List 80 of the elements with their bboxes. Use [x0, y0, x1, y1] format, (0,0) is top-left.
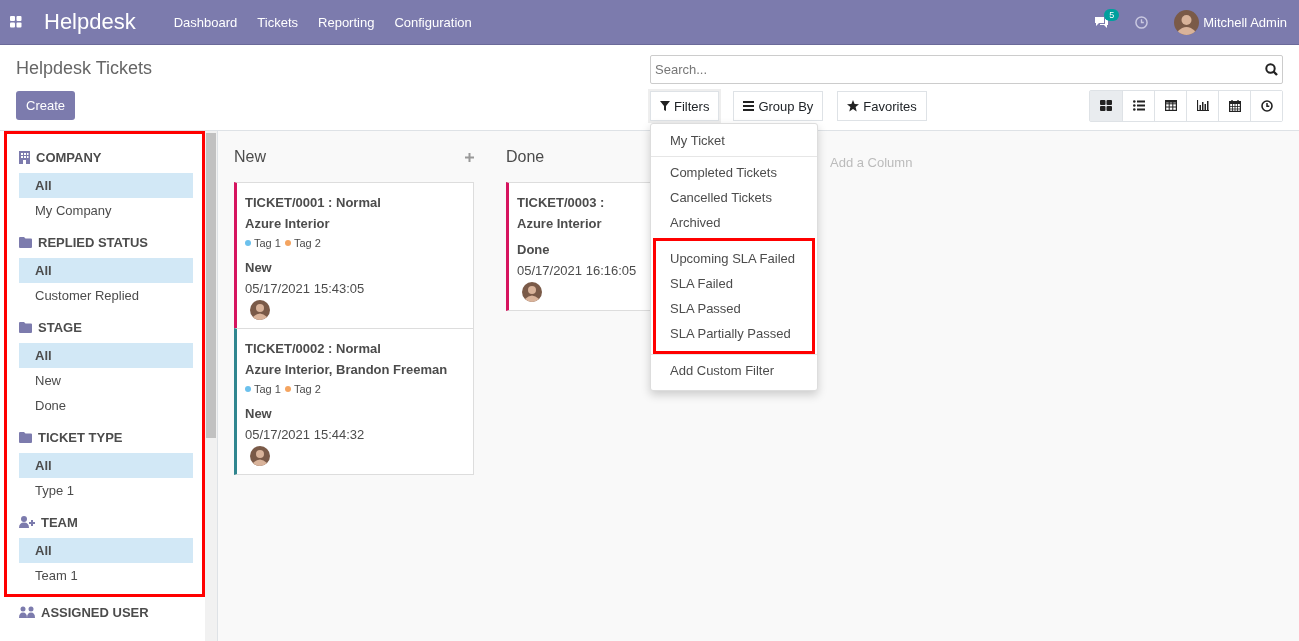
customer-name: Azure Interior	[245, 215, 331, 233]
search-field[interactable]: Search...	[650, 55, 1283, 84]
column-title: Done	[506, 148, 545, 166]
tag-label: Tag 2	[293, 236, 321, 251]
ticket-card[interactable]: TICKET/0002 : Normal Azure Interior, Brandon Freeman Tag 1 Tag 2 New 05/17/2021 15:44:32	[234, 328, 474, 475]
section-heading: TEAM	[41, 514, 78, 530]
folder-icon	[19, 431, 32, 443]
avatar-icon	[250, 446, 270, 466]
app-title: Helpdesk	[44, 9, 136, 35]
view-switch-button[interactable]	[1090, 91, 1122, 121]
message-count-badge: 5	[1104, 8, 1120, 21]
filter-option[interactable]: Add Custom Filter	[651, 358, 817, 383]
scrollbar[interactable]	[205, 131, 217, 641]
date-text: 05/17/2021 16:16:05	[517, 262, 638, 280]
user-plus-icon	[19, 516, 35, 528]
filter-item[interactable]: All	[19, 258, 193, 283]
user-menu[interactable]: Mitchell Admin	[1174, 9, 1287, 35]
filter-icon	[660, 101, 670, 111]
ticket-title: TICKET/0002 : Normal	[245, 340, 382, 358]
folder-icon	[19, 321, 32, 333]
create-button[interactable]: Create	[16, 91, 76, 120]
chat-icon[interactable]	[1094, 15, 1110, 29]
column-title: New	[234, 148, 266, 166]
calendar-icon	[1228, 100, 1241, 112]
kanban-view-icon	[1100, 100, 1112, 112]
tag-label: Tag 1	[254, 236, 281, 251]
bars-icon	[743, 101, 755, 111]
filter-option[interactable]: Upcoming SLA Failed	[656, 246, 812, 271]
section-heading: STAGE	[38, 319, 82, 335]
view-switch-button[interactable]	[1250, 91, 1282, 121]
bar-chart-icon	[1196, 100, 1209, 112]
view-switcher[interactable]	[1089, 90, 1283, 122]
star-icon	[847, 100, 860, 112]
building-icon	[19, 150, 30, 164]
filter-item[interactable]: All	[19, 538, 193, 563]
menu-item[interactable]: Dashboard	[163, 14, 248, 30]
section-heading: COMPANY	[36, 149, 102, 165]
customer-name: Azure Interior, Brandon Freeman	[245, 361, 449, 379]
filter-option[interactable]: Archived	[651, 210, 817, 235]
avatar-icon	[250, 300, 270, 320]
clock-icon	[1260, 100, 1273, 112]
stage-label: Done	[517, 241, 551, 259]
filter-item[interactable]: All	[19, 343, 193, 368]
group-by-button[interactable]: Group By	[733, 91, 824, 121]
section-heading: TICKET TYPE	[38, 429, 123, 445]
filter-option[interactable]: My Ticket	[651, 128, 817, 153]
ticket-card[interactable]: TICKET/0001 : Normal Azure Interior Tag 1 Tag 2 New 05/17/2021 15:43:05	[234, 182, 474, 329]
plus-icon[interactable]	[465, 152, 474, 162]
avatar-icon	[522, 282, 542, 302]
menu-item[interactable]: Configuration	[384, 14, 482, 30]
filter-option[interactable]: SLA Failed	[656, 271, 812, 296]
filter-option[interactable]: SLA Partially Passed	[656, 321, 812, 346]
stage-label: New	[245, 259, 273, 277]
filter-item[interactable]: All	[19, 453, 193, 478]
tag-label: Tag 1	[254, 382, 281, 397]
search-icon[interactable]	[1265, 63, 1278, 76]
favorites-button[interactable]: Favorites	[837, 91, 927, 121]
section-heading: ASSIGNED USER	[41, 604, 149, 620]
filter-option[interactable]: SLA Passed	[656, 296, 812, 321]
ticket-title: TICKET/0001 : Normal	[245, 194, 382, 212]
apps-menu-icon[interactable]	[10, 16, 22, 28]
folder-icon	[19, 236, 32, 248]
date-text: 05/17/2021 15:43:05	[245, 280, 366, 298]
ticket-title: TICKET/0003 :	[517, 194, 606, 212]
filter-option[interactable]: Completed Tickets	[651, 160, 817, 185]
avatar-icon	[1174, 9, 1200, 35]
date-text: 05/17/2021 15:44:32	[245, 426, 366, 444]
list-view-icon	[1132, 100, 1145, 112]
menu-item[interactable]: Reporting	[308, 14, 385, 30]
table-view-icon	[1164, 100, 1177, 112]
tag-label: Tag 2	[293, 382, 321, 397]
filters-button[interactable]: Filters	[650, 91, 720, 121]
section-heading: REPLIED STATUS	[38, 234, 149, 250]
filter-item[interactable]: All	[19, 173, 193, 198]
stage-label: New	[245, 405, 273, 423]
customer-name: Azure Interior	[517, 215, 603, 233]
menu-item[interactable]: Tickets	[247, 14, 309, 30]
filter-option[interactable]: Cancelled Tickets	[651, 185, 817, 210]
users-icon	[19, 606, 35, 618]
page-title: Helpdesk Tickets	[16, 58, 153, 79]
